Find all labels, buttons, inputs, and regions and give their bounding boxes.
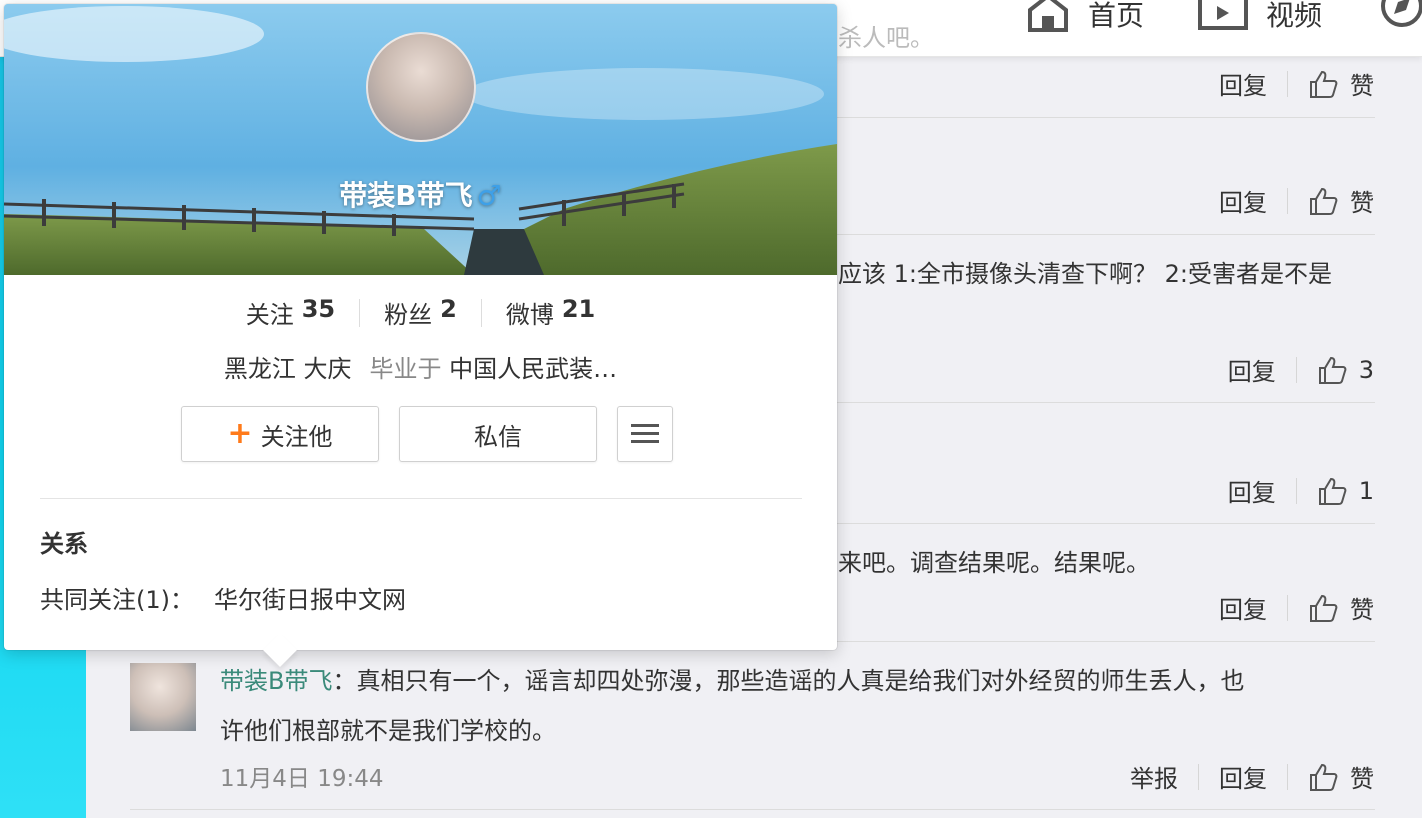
divider [1198,763,1199,790]
comment-actions: 回复 赞 [1219,66,1374,101]
like-button[interactable]: 赞 [1308,183,1374,218]
divider [1287,763,1288,790]
reply-button[interactable]: 回复 [1228,352,1276,387]
comment-time: 11月4日 19:44 [220,766,384,792]
nav-discover[interactable] [1380,0,1422,32]
thumbs-up-icon [1310,594,1338,622]
comment-body: 带装B带飞：真相只有一个，谣言却四处弥漫，那些造谣的人真是给我们对外经贸的师生丢… [220,661,1244,696]
nav-home-label: 首页 [1088,0,1145,32]
divider [480,298,482,327]
relation-title: 关系 [40,530,88,558]
stat-label: 微博 [505,301,554,329]
male-icon: ♂ [476,179,502,212]
thumbs-up-icon [1318,356,1347,384]
user-profile-card: 带装B带飞 ♂ 关注 35 粉丝 2 微博 21 黑龙江 大庆 毕业于 中国人民武装… [4,4,837,667]
divider [1287,594,1288,621]
like-button[interactable]: 赞 [1308,66,1374,101]
more-menu-button[interactable] [617,406,673,462]
comment-actions: 回复 1 [1228,473,1374,508]
reply-button[interactable]: 回复 [1219,66,1267,101]
mutual-label: 共同关注(1)： [40,586,194,614]
compass-icon [1381,0,1422,27]
report-button[interactable]: 举报 [1130,759,1178,794]
stat-value: 21 [561,295,596,323]
comment-text: 应该 1:全市摄像头清查下啊？ 2:受害者是不是 [838,260,1332,288]
reply-button[interactable]: 回复 [1219,183,1267,218]
school-text: 中国人民武装… [449,355,618,383]
like-label: 赞 [1350,765,1374,793]
profile-cover-image: 带装B带飞 ♂ [4,4,837,275]
stat-followers[interactable]: 粉丝 2 [384,295,457,330]
follow-button[interactable]: + 关注他 [181,406,379,462]
like-button[interactable]: 3 [1317,355,1374,385]
reply-button[interactable]: 回复 [1228,473,1276,508]
message-button[interactable]: 私信 [399,406,597,462]
like-count: 3 [1358,355,1374,384]
avatar[interactable] [130,663,196,731]
like-button[interactable]: 赞 [1308,759,1374,794]
stat-label: 粉丝 [384,301,433,329]
reply-button[interactable]: 回复 [1219,759,1267,794]
comment-text: 来吧。调查结果呢。结果呢。 [838,549,1150,577]
thumbs-up-icon [1310,763,1338,791]
stat-posts[interactable]: 微博 21 [506,295,595,330]
profile-name-text: 带装B带飞 [339,179,473,212]
like-button[interactable]: 1 [1317,476,1374,506]
divider [1287,187,1288,214]
like-label: 赞 [1350,189,1374,217]
colon: ： [332,667,357,695]
like-button[interactable]: 赞 [1308,590,1374,625]
card-divider [40,498,802,499]
divider [1287,70,1288,97]
thumbs-up-icon [1318,477,1347,505]
comment-username[interactable]: 带装B带飞 [220,667,332,695]
profile-name[interactable]: 带装B带飞 ♂ [4,174,837,214]
nav-video-label: 视频 [1266,0,1323,32]
stat-value: 2 [440,295,457,323]
nav-video[interactable]: 视频 [1198,0,1322,34]
thumbs-up-icon [1310,70,1338,98]
comment-text: 真相只有一个，谣言却四处弥漫，那些造谣的人真是给我们对外经贸的师生丢人，也 [356,667,1245,695]
reply-button[interactable]: 回复 [1219,590,1267,625]
nav-home[interactable]: 首页 [1026,0,1144,34]
comment-divider [130,809,1375,810]
divider [359,298,361,327]
like-count: 1 [1358,476,1374,505]
like-label: 赞 [1350,596,1374,624]
location-text: 黑龙江 大庆 [223,355,352,383]
stat-value: 35 [301,295,336,323]
profile-avatar[interactable] [366,32,476,142]
follow-label: 关注他 [260,422,333,451]
home-icon [1028,0,1068,32]
comment-actions: 回复 赞 [1219,183,1374,218]
thumbs-up-icon [1310,187,1338,215]
stat-following[interactable]: 关注 35 [246,295,335,330]
divider [1295,477,1297,504]
plus-icon: + [227,416,253,451]
comment-actions: 回复 3 [1228,352,1374,387]
comment-text: 许他们根部就不是我们学校的。 [220,717,556,745]
profile-stats: 关注 35 粉丝 2 微博 21 [4,295,837,330]
stat-label: 关注 [245,301,294,329]
like-label: 赞 [1350,72,1374,100]
profile-info: 黑龙江 大庆 毕业于 中国人民武装… [4,349,837,384]
video-icon [1198,0,1248,30]
comment-actions: 回复 赞 [1219,590,1374,625]
divider [1295,356,1297,383]
mutual-user-link[interactable]: 华尔街日报中文网 [214,586,406,614]
comment-actions: 举报 回复 赞 [1130,759,1374,794]
mutual-follow: 共同关注(1)： 华尔街日报中文网 [40,580,406,615]
menu-icon [631,424,659,443]
faded-comment-text: 杀人吧。 [838,24,934,52]
message-label: 私信 [474,422,522,451]
education-prefix: 毕业于 [369,355,442,383]
